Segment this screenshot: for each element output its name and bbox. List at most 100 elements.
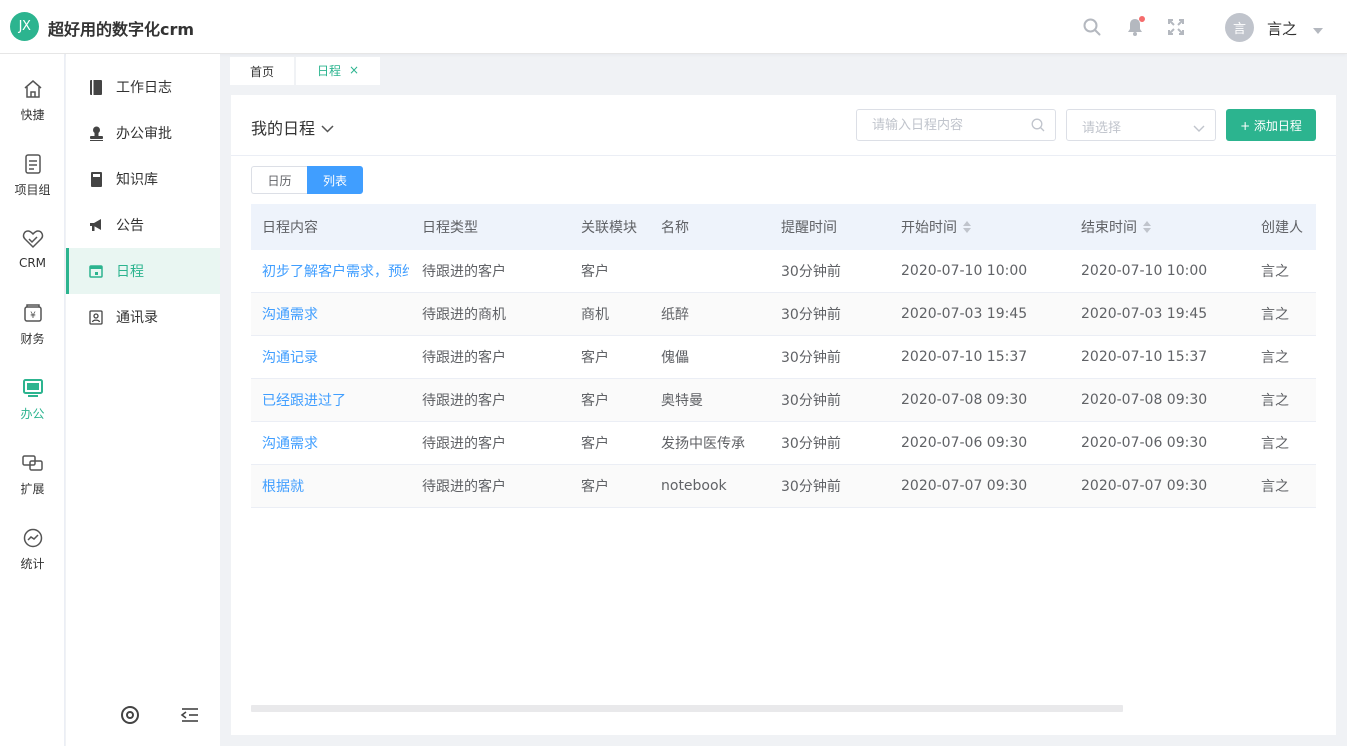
sort-icon[interactable] <box>963 221 971 233</box>
rail-label: 财务 <box>20 332 45 346</box>
rail-label: 项目组 <box>14 183 51 197</box>
rail-item-extend[interactable]: 扩展 <box>0 444 65 514</box>
cell-content[interactable]: 沟通需求 <box>262 422 409 464</box>
book-icon <box>88 171 104 187</box>
module-rail: 快捷 项目组 CRM ¥ 财务 办公 扩展 统计 <box>0 54 65 746</box>
col-creator: 创建人 <box>1261 220 1303 236</box>
rail-item-finance[interactable]: ¥ 财务 <box>0 294 65 364</box>
avatar[interactable]: 言 <box>1225 13 1254 42</box>
cell-creator: 言之 <box>1261 264 1289 280</box>
list-view-button[interactable]: 列表 <box>307 166 363 194</box>
megaphone-icon <box>88 217 104 233</box>
type-select[interactable]: 请选择 <box>1066 109 1216 141</box>
cell-name: 奥特曼 <box>661 393 703 409</box>
horizontal-scrollbar[interactable] <box>251 705 1123 712</box>
rail-item-project[interactable]: 项目组 <box>0 145 65 215</box>
cell-content[interactable]: 已经跟进过了 <box>262 379 409 421</box>
cell-remind: 30分钟前 <box>781 393 841 409</box>
rail-item-stats[interactable]: 统计 <box>0 519 65 589</box>
collapse-menu-icon[interactable] <box>179 704 201 726</box>
cell-content[interactable]: 沟通记录 <box>262 336 409 378</box>
rail-item-office[interactable]: 办公 <box>0 369 65 439</box>
settings-icon[interactable] <box>119 704 141 726</box>
cell-creator: 言之 <box>1261 479 1289 495</box>
subnav-item-notice[interactable]: 公告 <box>66 202 220 248</box>
table-row[interactable]: 初步了解客户需求，预约 待跟进的客户 客户 30分钟前 2020-07-10 1… <box>251 250 1316 293</box>
col-start[interactable]: 开始时间 <box>901 204 971 250</box>
tab-home[interactable]: 首页 <box>230 57 294 85</box>
cell-content[interactable]: 沟通需求 <box>262 293 409 335</box>
cell-remind: 30分钟前 <box>781 350 841 366</box>
bell-icon[interactable] <box>1125 16 1145 37</box>
select-placeholder: 请选择 <box>1082 121 1122 136</box>
cell-module: 客户 <box>581 350 609 366</box>
chart-icon <box>22 527 44 549</box>
subnav-label: 办公审批 <box>116 126 172 142</box>
search-input[interactable] <box>857 110 1027 140</box>
schedule-panel: 我的日程 请选择 + 添加日程 日历 列表 日程内容 日程类型 关联模块 <box>231 95 1336 735</box>
view-toggle: 日历 列表 <box>251 166 363 194</box>
cell-creator: 言之 <box>1261 350 1289 366</box>
subnav-item-contacts[interactable]: 通讯录 <box>66 294 220 340</box>
cell-module: 客户 <box>581 436 609 452</box>
tab-label: 日程 <box>316 63 341 78</box>
page-title: 我的日程 <box>251 119 316 138</box>
table-row[interactable]: 已经跟进过了 待跟进的客户 客户 奥特曼 30分钟前 2020-07-08 09… <box>251 379 1316 422</box>
table-row[interactable]: 沟通需求 待跟进的客户 客户 发扬中医传承 30分钟前 2020-07-06 0… <box>251 422 1316 465</box>
cell-remind: 30分钟前 <box>781 479 841 495</box>
office-subnav: 工作日志 办公审批 知识库 公告 日程 通讯录 <box>66 54 220 746</box>
top-header: JX 超好用的数字化crm 言 言之 <box>0 0 1347 54</box>
stamp-icon <box>88 125 104 141</box>
document-icon <box>22 153 44 175</box>
col-end[interactable]: 结束时间 <box>1081 204 1151 250</box>
search-icon[interactable] <box>1082 17 1102 37</box>
subnav-item-approval[interactable]: 办公审批 <box>66 110 220 156</box>
cell-start: 2020-07-03 19:45 <box>901 306 1028 322</box>
col-start-label: 开始时间 <box>901 220 957 236</box>
search-box <box>856 109 1056 141</box>
subnav-label: 工作日志 <box>116 80 172 96</box>
table-row[interactable]: 沟通记录 待跟进的客户 客户 傀儡 30分钟前 2020-07-10 15:37… <box>251 336 1316 379</box>
col-module: 关联模块 <box>581 220 637 236</box>
schedule-scope-dropdown[interactable]: 我的日程 <box>251 115 334 139</box>
search-icon[interactable] <box>1031 118 1045 136</box>
caret-down-icon[interactable] <box>1313 22 1323 38</box>
cell-type: 待跟进的客户 <box>422 436 506 452</box>
notebook-icon <box>88 79 104 95</box>
cell-remind: 30分钟前 <box>781 436 841 452</box>
subnav-item-schedule[interactable]: 日程 <box>66 248 220 294</box>
svg-text:¥: ¥ <box>30 311 36 321</box>
cell-content[interactable]: 初步了解客户需求，预约 <box>262 250 409 292</box>
chevron-down-icon <box>321 118 334 137</box>
cell-end: 2020-07-03 19:45 <box>1081 306 1208 322</box>
subnav-item-knowledge[interactable]: 知识库 <box>66 156 220 202</box>
app-title: 超好用的数字化crm <box>48 20 195 39</box>
fullscreen-icon[interactable] <box>1166 17 1186 37</box>
cell-type: 待跟进的客户 <box>422 264 506 280</box>
app-logo[interactable]: JX <box>10 12 39 41</box>
user-name[interactable]: 言之 <box>1267 18 1297 39</box>
tab-schedule[interactable]: 日程 × <box>296 57 380 85</box>
cell-module: 客户 <box>581 393 609 409</box>
cell-type: 待跟进的客户 <box>422 479 506 495</box>
add-schedule-button[interactable]: + 添加日程 <box>1226 109 1316 141</box>
home-icon <box>22 78 44 100</box>
table-row[interactable]: 沟通需求 待跟进的商机 商机 纸醉 30分钟前 2020-07-03 19:45… <box>251 293 1316 336</box>
sort-icon[interactable] <box>1143 221 1151 233</box>
notification-badge <box>1139 16 1145 22</box>
rail-label: 统计 <box>20 557 45 571</box>
table-row[interactable]: 根据就 待跟进的客户 客户 notebook 30分钟前 2020-07-07 … <box>251 465 1316 508</box>
finance-icon: ¥ <box>22 302 44 324</box>
monitor-icon <box>22 377 44 399</box>
rail-label: CRM <box>18 256 47 270</box>
rail-item-crm[interactable]: CRM <box>0 220 65 290</box>
cell-module: 客户 <box>581 264 609 280</box>
rail-item-shortcut[interactable]: 快捷 <box>0 70 65 140</box>
col-type: 日程类型 <box>422 220 478 236</box>
panel-header: 我的日程 请选择 + 添加日程 <box>231 95 1336 156</box>
close-icon[interactable]: × <box>349 63 359 77</box>
subnav-item-worklog[interactable]: 工作日志 <box>66 64 220 110</box>
col-content: 日程内容 <box>262 220 318 236</box>
calendar-view-button[interactable]: 日历 <box>251 166 307 194</box>
cell-content[interactable]: 根据就 <box>262 465 409 507</box>
